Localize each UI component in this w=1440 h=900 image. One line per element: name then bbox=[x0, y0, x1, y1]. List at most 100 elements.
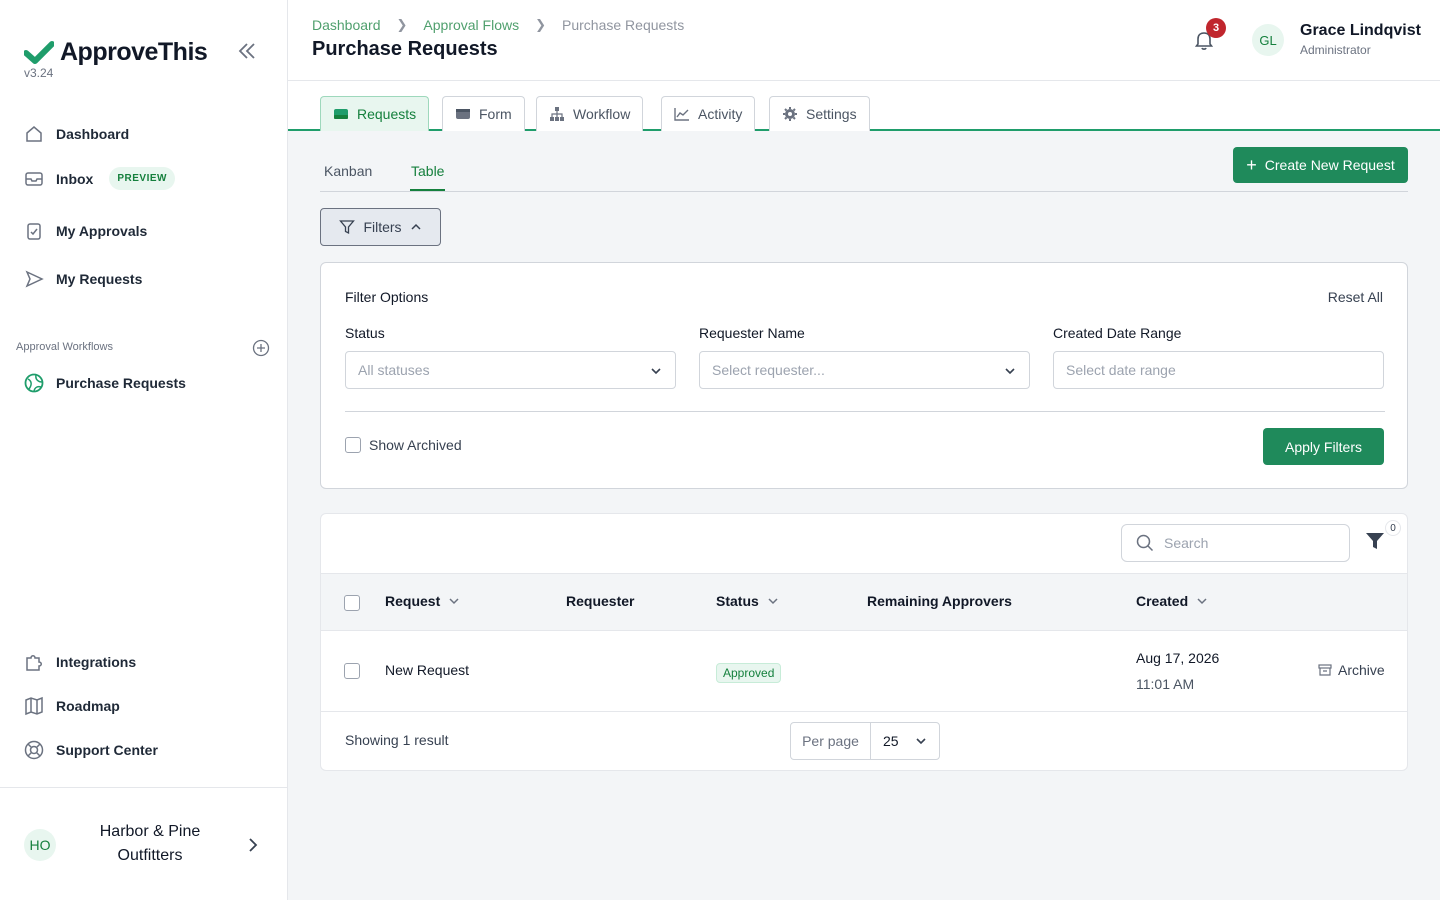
globe-icon bbox=[24, 373, 44, 393]
filters-toggle-button[interactable]: Filters bbox=[320, 208, 441, 246]
user-avatar[interactable]: GL bbox=[1252, 24, 1284, 56]
workflow-tree-icon bbox=[550, 107, 564, 121]
table-header: Request Requester Status Remaining Appro… bbox=[321, 573, 1407, 631]
row-checkbox[interactable] bbox=[344, 663, 360, 679]
user-name[interactable]: Grace Lindqvist bbox=[1300, 22, 1421, 40]
chevron-down-icon bbox=[916, 738, 926, 745]
workflow-purchase-requests[interactable]: Purchase Requests bbox=[24, 373, 186, 393]
nav-label: My Approvals bbox=[56, 223, 148, 239]
inbox-tray-icon bbox=[334, 109, 348, 119]
create-button-label: Create New Request bbox=[1264, 157, 1395, 173]
breadcrumb-dashboard[interactable]: Dashboard bbox=[312, 17, 381, 33]
collapse-sidebar-icon[interactable] bbox=[236, 40, 258, 62]
subtab-kanban[interactable]: Kanban bbox=[324, 163, 372, 189]
workspace-name: Harbor & Pine Outfitters bbox=[99, 823, 201, 864]
requester-select-placeholder: Select requester... bbox=[712, 362, 825, 378]
nav-my-approvals[interactable]: My Approvals bbox=[24, 221, 147, 241]
reset-all-link[interactable]: Reset All bbox=[1328, 289, 1383, 305]
clipboard-check-icon bbox=[27, 223, 41, 240]
column-label: Created bbox=[1136, 593, 1189, 609]
active-filter-count: 0 bbox=[1385, 520, 1401, 536]
request-name[interactable]: New Request bbox=[385, 662, 469, 678]
filter-panel-title: Filter Options bbox=[345, 289, 429, 305]
per-page-value: 25 bbox=[883, 733, 899, 749]
plus-icon: + bbox=[1246, 155, 1257, 175]
column-header-requester: Requester bbox=[566, 593, 634, 609]
results-count: Showing 1 result bbox=[345, 732, 449, 748]
tab-label: Settings bbox=[806, 106, 857, 122]
tab-requests[interactable]: Requests bbox=[320, 96, 430, 131]
workspace-avatar: HO bbox=[24, 829, 56, 861]
breadcrumb-approval-flows[interactable]: Approval Flows bbox=[423, 17, 519, 33]
tab-workflow[interactable]: Workflow bbox=[536, 96, 644, 131]
nav-label: Dashboard bbox=[56, 126, 130, 142]
date-range-input[interactable]: Select date range bbox=[1053, 351, 1384, 389]
subtab-table[interactable]: Table bbox=[410, 163, 446, 191]
workspace-switcher[interactable]: HO Harbor & Pine Outfitters bbox=[0, 787, 287, 900]
chevron-down-icon bbox=[1197, 598, 1207, 605]
inbox-icon bbox=[25, 171, 43, 186]
nav-label: My Requests bbox=[56, 271, 143, 287]
lifebuoy-icon bbox=[24, 740, 44, 760]
status-select[interactable]: All statuses bbox=[345, 351, 676, 389]
apply-filters-button[interactable]: Apply Filters bbox=[1263, 428, 1384, 465]
app-logo[interactable]: ApproveThis bbox=[24, 38, 208, 67]
archive-icon bbox=[1318, 664, 1332, 676]
column-header-status[interactable]: Status bbox=[716, 593, 779, 609]
section-label-workflows: Approval Workflows bbox=[16, 341, 113, 353]
column-label: Status bbox=[716, 593, 759, 609]
column-label: Remaining Approvers bbox=[867, 593, 1012, 609]
search-placeholder: Search bbox=[1164, 535, 1209, 551]
per-page-label: Per page bbox=[791, 723, 871, 759]
archive-button[interactable]: Archive bbox=[1318, 662, 1385, 678]
chevron-down-icon bbox=[651, 368, 661, 375]
nav-inbox[interactable]: Inbox PREVIEW bbox=[24, 167, 175, 190]
column-header-request[interactable]: Request bbox=[385, 593, 460, 609]
date-range-filter-label: Created Date Range bbox=[1053, 325, 1182, 341]
create-new-request-button[interactable]: + Create New Request bbox=[1233, 147, 1408, 183]
app-name: ApproveThis bbox=[60, 38, 208, 66]
nav-label: Inbox bbox=[56, 170, 94, 187]
tab-settings[interactable]: Settings bbox=[769, 96, 870, 131]
map-icon bbox=[25, 696, 43, 716]
chevron-up-icon bbox=[411, 223, 421, 230]
nav-my-requests[interactable]: My Requests bbox=[24, 269, 142, 289]
tab-label: Form bbox=[479, 106, 512, 122]
nav-dashboard[interactable]: Dashboard bbox=[24, 124, 129, 144]
line-chart-icon bbox=[674, 108, 689, 121]
chevron-down-icon bbox=[449, 598, 459, 605]
created-date: Aug 17, 2026 bbox=[1136, 650, 1220, 666]
top-header: Dashboard ❯ Approval Flows ❯ Purchase Re… bbox=[288, 0, 1440, 81]
nav-roadmap[interactable]: Roadmap bbox=[24, 696, 120, 716]
chevron-right-icon bbox=[249, 838, 258, 852]
per-page-select[interactable]: 25 bbox=[871, 723, 939, 759]
nav-integrations[interactable]: Integrations bbox=[24, 652, 136, 672]
column-header-remaining-approvers: Remaining Approvers bbox=[867, 593, 1012, 609]
divider bbox=[345, 411, 1385, 412]
nav-label: Integrations bbox=[56, 654, 137, 670]
tab-label: Activity bbox=[698, 106, 743, 122]
column-header-created[interactable]: Created bbox=[1136, 593, 1208, 609]
tab-form[interactable]: Form bbox=[442, 96, 525, 131]
add-workflow-icon[interactable] bbox=[252, 339, 270, 357]
per-page-control: Per page 25 bbox=[790, 722, 940, 760]
requester-select[interactable]: Select requester... bbox=[699, 351, 1030, 389]
nav-label: Support Center bbox=[56, 742, 158, 758]
search-input[interactable]: Search bbox=[1121, 524, 1350, 562]
page-title: Purchase Requests bbox=[312, 38, 498, 60]
created-time: 11:01 AM bbox=[1136, 676, 1195, 692]
logo-check-icon bbox=[24, 40, 54, 64]
status-badge: Approved bbox=[716, 663, 782, 683]
tab-label: Workflow bbox=[573, 106, 631, 122]
show-archived-toggle[interactable]: Show Archived bbox=[345, 437, 462, 453]
column-label: Request bbox=[385, 593, 441, 609]
nav-label: Roadmap bbox=[56, 698, 120, 714]
gear-icon bbox=[783, 107, 797, 121]
tab-activity[interactable]: Activity bbox=[661, 96, 756, 131]
nav-support-center[interactable]: Support Center bbox=[24, 740, 158, 760]
requests-table-card: Search 0 Request Requester Status Remain… bbox=[320, 513, 1408, 771]
table-row[interactable]: New Request Approved Aug 17, 2026 11:01 … bbox=[321, 631, 1407, 712]
column-filter-icon[interactable] bbox=[1365, 531, 1385, 551]
show-archived-checkbox[interactable] bbox=[345, 437, 361, 453]
select-all-checkbox[interactable] bbox=[344, 595, 360, 611]
